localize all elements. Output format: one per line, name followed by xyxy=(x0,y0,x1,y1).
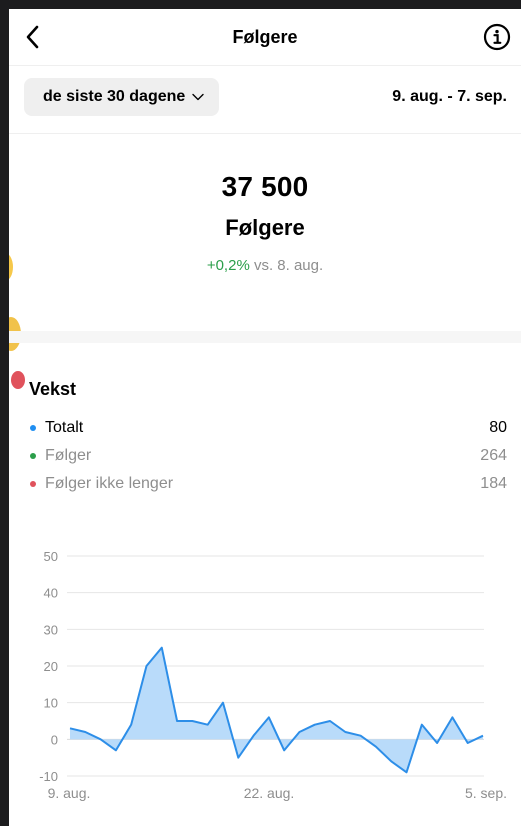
growth-chart: 50 40 30 20 10 0 -109. aug. 22. aug. 5. sep. xyxy=(39,549,507,801)
divider xyxy=(9,65,521,66)
screen: Følgere de siste 30 dagene 9. aug. - 7. … xyxy=(9,9,521,826)
legend-dot xyxy=(30,453,36,459)
change-percent: +0,2% xyxy=(206,257,250,274)
legend-dot xyxy=(30,481,36,487)
divider xyxy=(9,133,521,134)
legend-row-unfollows: Følger ikke lenger 184 xyxy=(29,472,507,496)
legend-row-total: Totalt 80 xyxy=(29,416,507,440)
growth-title: Vekst xyxy=(29,379,77,399)
y-tick-label: -10 xyxy=(39,769,58,784)
back-button[interactable] xyxy=(19,23,47,51)
legend-row-follows: Følger 264 xyxy=(29,444,507,468)
info-icon xyxy=(483,23,511,51)
date-range-dropdown[interactable]: de siste 30 dagene xyxy=(24,78,220,116)
y-tick-label: 20 xyxy=(44,659,58,674)
x-tick-label: 5. sep. xyxy=(465,785,507,801)
section-separator xyxy=(9,331,521,343)
y-tick-label: 50 xyxy=(44,549,58,564)
legend-value: 184 xyxy=(480,475,507,492)
follower-count: 37 500 xyxy=(221,171,309,202)
date-range-dropdown-label: de siste 30 dagene xyxy=(43,88,186,105)
page-title: Følgere xyxy=(232,26,298,47)
date-range-text: 9. aug. - 7. sep. xyxy=(392,88,507,105)
y-tick-label: 30 xyxy=(44,622,58,637)
legend-label: Totalt xyxy=(45,419,84,436)
emoji-decoration xyxy=(11,371,25,389)
x-tick-label: 22. aug. xyxy=(244,785,295,801)
legend-value: 264 xyxy=(480,447,507,464)
legend-label: Følger xyxy=(45,447,92,464)
change-compare: vs. 8. aug. xyxy=(253,257,324,274)
legend-label: Følger ikke lenger xyxy=(45,475,174,492)
chevron-down-icon xyxy=(192,93,204,101)
y-tick-label: 40 xyxy=(44,586,58,601)
filter-row: de siste 30 dagene 9. aug. - 7. sep. xyxy=(9,75,521,119)
y-tick-label: 0 xyxy=(51,732,58,747)
x-tick-label: 9. aug. xyxy=(48,785,91,801)
chevron-left-icon xyxy=(26,25,39,49)
change-text: +0,2% vs. 8. aug. xyxy=(9,257,521,274)
legend-value: 80 xyxy=(489,419,507,436)
summary-section: 37 500 Følgere +0,2% vs. 8. aug. xyxy=(9,135,521,331)
info-button[interactable] xyxy=(483,23,511,51)
follower-count-label: Følgere xyxy=(225,215,305,240)
header: Følgere xyxy=(9,9,521,65)
legend-dot xyxy=(30,425,36,431)
y-tick-label: 10 xyxy=(44,696,58,711)
